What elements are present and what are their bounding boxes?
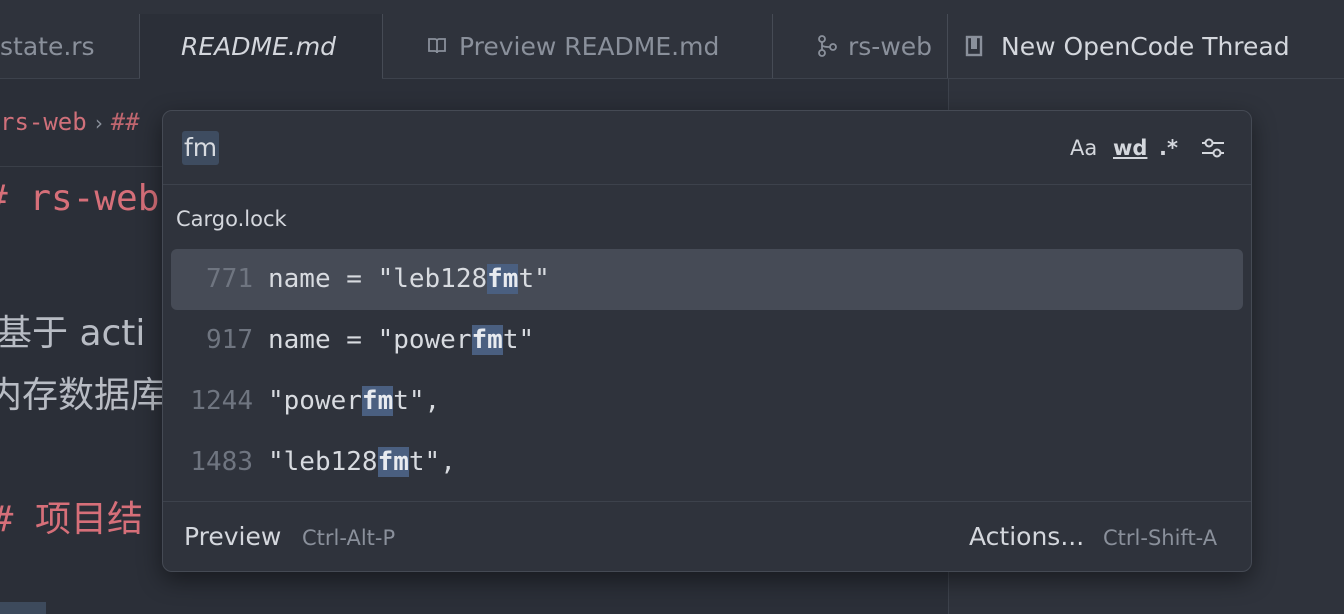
search-palette: fm Aa wd .* Cargo.lock 771 name = "leb12… bbox=[162, 110, 1252, 572]
breadcrumb[interactable]: rs-web › ## bbox=[0, 108, 140, 136]
actions-button[interactable]: Actions... bbox=[969, 522, 1084, 551]
tab-rs-web[interactable]: rs-web bbox=[773, 14, 948, 78]
result-line-number: 771 bbox=[206, 264, 253, 294]
search-row: fm Aa wd .* bbox=[163, 111, 1251, 185]
tab-state-rs[interactable]: state.rs bbox=[0, 14, 139, 78]
result-row[interactable]: 917 name = "powerfmt" bbox=[171, 310, 1243, 371]
result-text: name = "leb128fmt" bbox=[268, 264, 550, 294]
match-highlight: fm bbox=[487, 264, 519, 294]
tab-label: state.rs bbox=[0, 31, 95, 61]
editor-heading-1: # rs-web bbox=[0, 178, 160, 219]
scrollbar-thumb[interactable] bbox=[0, 602, 46, 614]
preview-shortcut: Ctrl-Alt-P bbox=[302, 526, 396, 550]
tab-preview-readme[interactable]: Preview README.md bbox=[383, 14, 772, 78]
book-icon bbox=[427, 36, 447, 56]
whole-word-toggle[interactable]: wd bbox=[1113, 133, 1147, 163]
result-file-header: Cargo.lock bbox=[176, 207, 287, 231]
tab-bar: state.rs README.md Preview README.md rs-… bbox=[0, 14, 1344, 79]
search-input[interactable]: fm bbox=[182, 131, 220, 165]
filter-icon[interactable] bbox=[1200, 135, 1226, 165]
result-row[interactable]: 1244 "powerfmt", bbox=[171, 371, 1243, 432]
tab-readme[interactable]: README.md bbox=[140, 14, 382, 79]
editor-line: 基于 acti bbox=[0, 313, 146, 354]
result-line-number: 1483 bbox=[190, 447, 253, 477]
result-line-number: 1244 bbox=[190, 386, 253, 416]
match-highlight: fm bbox=[471, 325, 503, 355]
breadcrumb-section[interactable]: ## bbox=[111, 108, 140, 136]
result-text: "powerfmt", bbox=[268, 386, 441, 416]
breadcrumb-project[interactable]: rs-web bbox=[0, 108, 87, 136]
match-highlight: fm bbox=[361, 386, 394, 416]
tab-new-opencode-thread[interactable]: New OpenCode Thread bbox=[948, 14, 1344, 78]
tab-label: rs-web bbox=[848, 31, 933, 61]
preview-button[interactable]: Preview bbox=[184, 522, 281, 551]
thread-icon bbox=[965, 35, 983, 57]
match-highlight: fm bbox=[377, 447, 409, 477]
editor-line: 内存数据库 bbox=[0, 375, 167, 416]
chevron-right-icon: › bbox=[92, 111, 105, 135]
result-line-number: 917 bbox=[206, 325, 253, 355]
result-text: "leb128fmt", bbox=[268, 447, 456, 477]
regex-toggle[interactable]: .* bbox=[1159, 133, 1178, 163]
palette-footer: Preview Ctrl-Alt-P Actions... Ctrl-Shift… bbox=[163, 501, 1251, 571]
tab-label: Preview README.md bbox=[459, 31, 720, 61]
match-case-toggle[interactable]: Aa bbox=[1070, 133, 1097, 163]
result-row[interactable]: 771 name = "leb128fmt" bbox=[171, 249, 1243, 310]
editor-heading-2: ## 项目结 bbox=[0, 499, 144, 540]
actions-shortcut: Ctrl-Shift-A bbox=[1103, 526, 1218, 550]
result-row[interactable]: 1483 "leb128fmt", bbox=[171, 432, 1243, 493]
title-strip bbox=[0, 0, 1344, 15]
branch-icon bbox=[816, 34, 838, 58]
result-text: name = "powerfmt" bbox=[268, 325, 535, 355]
tab-label: README.md bbox=[181, 32, 337, 61]
tab-label: New OpenCode Thread bbox=[1001, 31, 1290, 61]
